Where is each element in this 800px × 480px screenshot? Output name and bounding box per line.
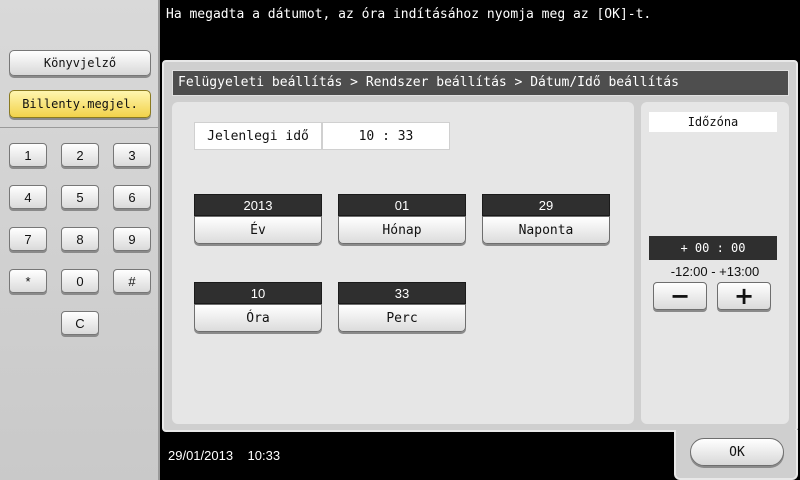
key-0[interactable]: 0 bbox=[61, 269, 99, 293]
year-value: 2013 bbox=[194, 194, 322, 216]
key-clear[interactable]: C bbox=[61, 311, 99, 335]
panel-divider bbox=[0, 127, 160, 128]
hour-value: 10 bbox=[194, 282, 322, 304]
timezone-plus-button[interactable]: + bbox=[717, 282, 771, 310]
minute-button[interactable]: Perc bbox=[338, 304, 466, 332]
day-value: 29 bbox=[482, 194, 610, 216]
minute-value: 33 bbox=[338, 282, 466, 304]
main-frame: Felügyeleti beállítás > Rendszer beállít… bbox=[162, 60, 798, 432]
status-datetime: 29/01/2013 10:33 bbox=[168, 448, 281, 463]
month-button[interactable]: Hónap bbox=[338, 216, 466, 244]
key-1[interactable]: 1 bbox=[9, 143, 47, 167]
current-time-label: Jelenlegi idő bbox=[194, 122, 322, 150]
keypad-panel: Könyvjelző Billenty.megjel. 1 2 3 4 5 6 … bbox=[0, 0, 160, 480]
key-asterisk[interactable]: * bbox=[9, 269, 47, 293]
plus-icon: + bbox=[733, 282, 755, 310]
key-hash[interactable]: # bbox=[113, 269, 151, 293]
show-keyboard-button[interactable]: Billenty.megjel. bbox=[9, 90, 151, 118]
key-8[interactable]: 8 bbox=[61, 227, 99, 251]
year-button[interactable]: Év bbox=[194, 216, 322, 244]
key-2[interactable]: 2 bbox=[61, 143, 99, 167]
minus-icon: − bbox=[669, 282, 691, 310]
key-9[interactable]: 9 bbox=[113, 227, 151, 251]
key-4[interactable]: 4 bbox=[9, 185, 47, 209]
timezone-title: Időzóna bbox=[649, 112, 777, 132]
hour-button[interactable]: Óra bbox=[194, 304, 322, 332]
day-button[interactable]: Naponta bbox=[482, 216, 610, 244]
instruction-message: Ha megadta a dátumot, az óra indításához… bbox=[166, 7, 652, 22]
ok-button[interactable]: OK bbox=[690, 438, 784, 466]
key-6[interactable]: 6 bbox=[113, 185, 151, 209]
timezone-panel: Időzóna + 00 : 00 -12:00 - +13:00 − + bbox=[641, 102, 789, 424]
current-time-value: 10 : 33 bbox=[322, 122, 450, 150]
bookmark-button[interactable]: Könyvjelző bbox=[9, 50, 151, 76]
key-3[interactable]: 3 bbox=[113, 143, 151, 167]
timezone-range: -12:00 - +13:00 bbox=[670, 264, 760, 279]
key-5[interactable]: 5 bbox=[61, 185, 99, 209]
date-settings-panel: Jelenlegi idő 10 : 33 2013 Év 01 Hónap 2… bbox=[172, 102, 634, 424]
breadcrumb: Felügyeleti beállítás > Rendszer beállít… bbox=[172, 70, 789, 96]
ok-tab: OK bbox=[674, 430, 798, 480]
timezone-value: + 00 : 00 bbox=[649, 236, 777, 260]
month-value: 01 bbox=[338, 194, 466, 216]
timezone-minus-button[interactable]: − bbox=[653, 282, 707, 310]
key-7[interactable]: 7 bbox=[9, 227, 47, 251]
